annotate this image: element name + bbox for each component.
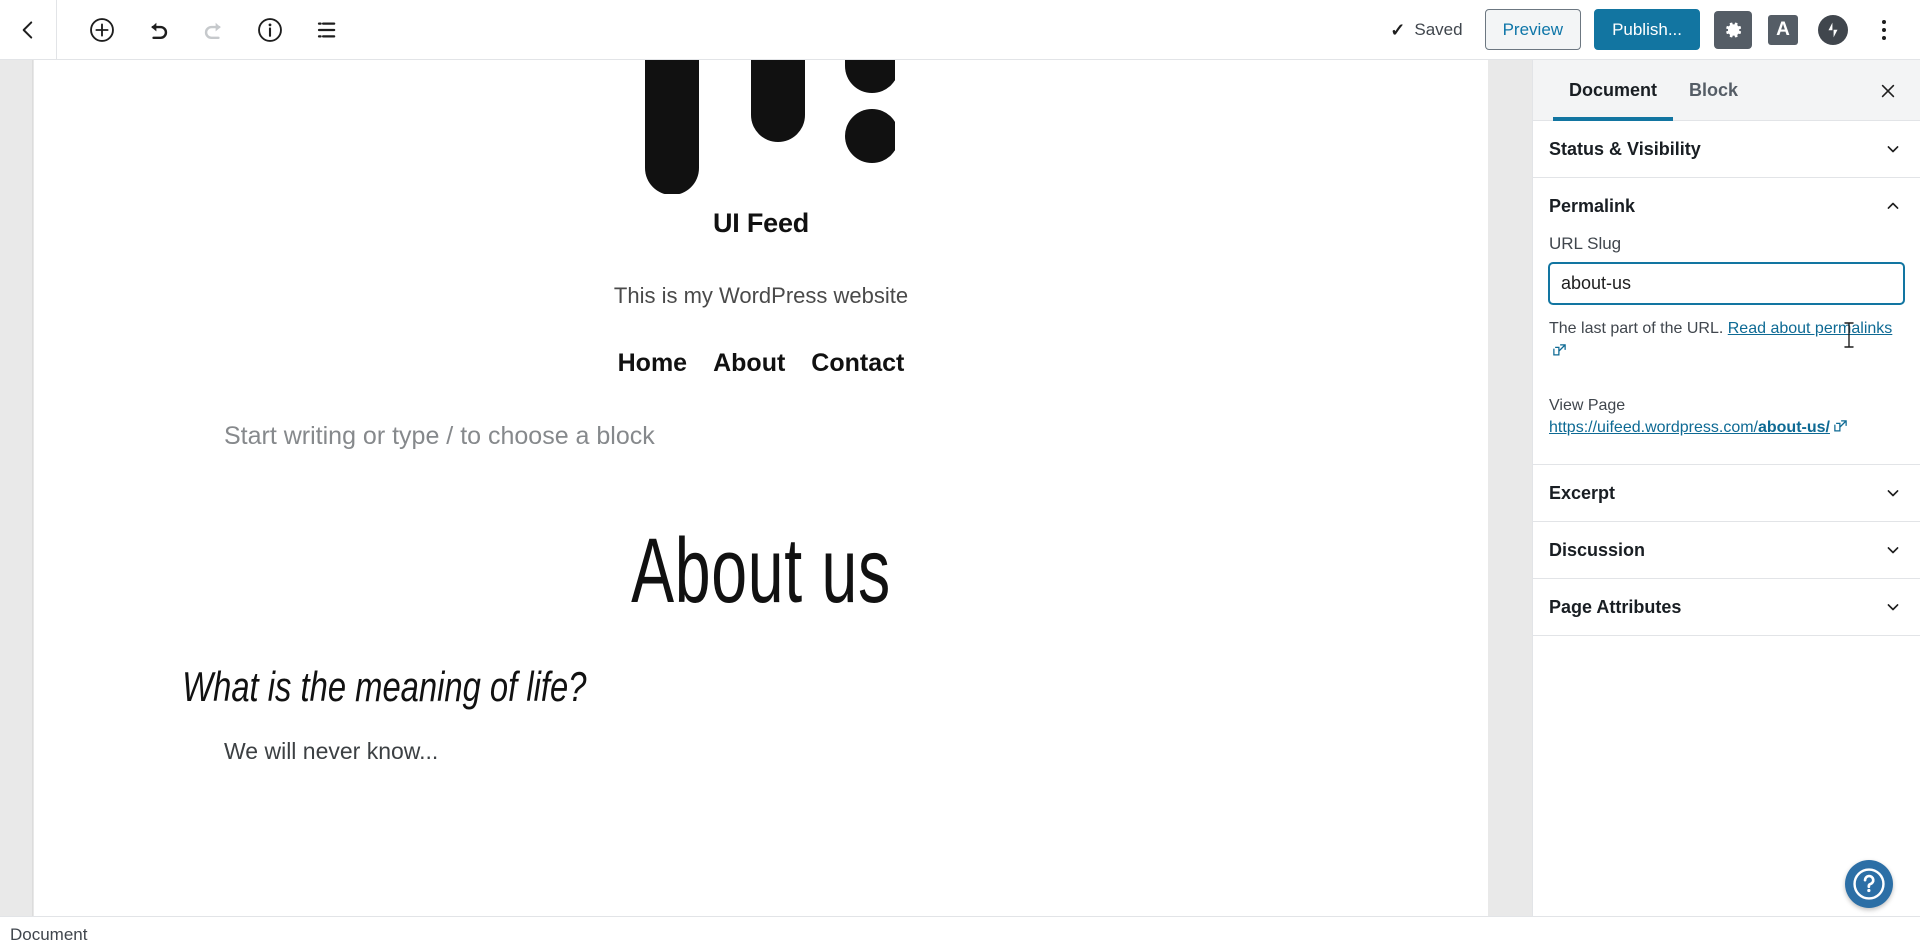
add-block-button[interactable] bbox=[77, 6, 127, 54]
help-circle-icon bbox=[1853, 868, 1885, 900]
info-circle-icon bbox=[258, 17, 282, 42]
permalink-help-text: The last part of the URL. Read about per… bbox=[1549, 318, 1904, 365]
panel-title: Page Attributes bbox=[1549, 596, 1682, 617]
url-slug-input-wrapper bbox=[1549, 263, 1904, 304]
jetpack-bolt-icon bbox=[1828, 22, 1838, 37]
content-info-button[interactable] bbox=[245, 6, 295, 54]
chevron-up-icon bbox=[1882, 195, 1904, 217]
close-icon bbox=[1881, 84, 1895, 98]
toolbar-left-group bbox=[57, 6, 351, 54]
panel-discussion: Discussion bbox=[1533, 522, 1920, 580]
external-link-icon bbox=[1552, 343, 1567, 366]
site-navigation: Home About Contact bbox=[34, 349, 1488, 378]
panel-page-attributes: Page Attributes bbox=[1533, 579, 1920, 637]
publish-button[interactable]: Publish... bbox=[1594, 9, 1700, 50]
panel-permalink-body: URL Slug The last part of the URL. Read … bbox=[1533, 234, 1920, 464]
panel-excerpt: Excerpt bbox=[1533, 465, 1920, 523]
panel-page-attributes-header[interactable]: Page Attributes bbox=[1533, 579, 1920, 635]
site-tagline: This is my WordPress website bbox=[613, 283, 909, 308]
block-navigation-button[interactable] bbox=[301, 6, 351, 54]
paragraph-block[interactable]: We will never know... bbox=[34, 738, 1488, 765]
sub-heading-block[interactable]: What is the meaning of life? bbox=[34, 663, 1168, 710]
right-gutter bbox=[1488, 60, 1532, 952]
redo-arrow-icon bbox=[204, 22, 221, 39]
check-icon: ✓ bbox=[1390, 19, 1406, 40]
redo-button[interactable] bbox=[189, 6, 239, 54]
saved-label: Saved bbox=[1414, 19, 1463, 39]
panel-excerpt-header[interactable]: Excerpt bbox=[1533, 465, 1920, 521]
logo-shape bbox=[845, 60, 895, 93]
page-title-block[interactable]: About us bbox=[252, 523, 1270, 620]
back-button[interactable] bbox=[0, 0, 56, 59]
nav-item-contact[interactable]: Contact bbox=[811, 349, 904, 378]
view-page-label: View Page bbox=[1549, 397, 1626, 415]
kebab-dot bbox=[1882, 19, 1886, 24]
logo-shape bbox=[751, 60, 805, 142]
chevron-left-icon bbox=[22, 20, 33, 39]
jetpack-button[interactable] bbox=[1814, 11, 1852, 49]
plus-circle-icon bbox=[90, 17, 114, 42]
more-options-button[interactable] bbox=[1864, 8, 1904, 52]
block-editor-root: ✓ Saved Preview Publish... A UI Feed Thi… bbox=[0, 0, 1920, 952]
nav-item-home[interactable]: Home bbox=[618, 349, 687, 378]
kebab-dot bbox=[1882, 27, 1886, 32]
panel-permalink-header[interactable]: Permalink bbox=[1533, 178, 1920, 234]
view-page-url-link[interactable]: https://uifeed.wordpress.com/about-us/ bbox=[1549, 417, 1904, 442]
panel-title: Status & Visibility bbox=[1549, 138, 1701, 159]
settings-button[interactable] bbox=[1714, 10, 1752, 49]
typography-button[interactable]: A bbox=[1764, 11, 1802, 49]
tab-document[interactable]: Document bbox=[1553, 60, 1674, 121]
list-view-icon bbox=[317, 21, 336, 38]
kebab-dot bbox=[1882, 35, 1886, 40]
site-header: UI Feed This is my WordPress website Hom… bbox=[34, 60, 1488, 378]
chevron-down-icon bbox=[1882, 138, 1904, 160]
logo-shape bbox=[845, 109, 895, 163]
gear-icon bbox=[1726, 22, 1742, 37]
read-about-permalinks-link[interactable]: Read about permalinks bbox=[1728, 320, 1893, 337]
undo-button[interactable] bbox=[133, 6, 183, 54]
nav-item-about[interactable]: About bbox=[713, 349, 785, 378]
close-sidebar-button[interactable] bbox=[1870, 73, 1906, 109]
tab-block[interactable]: Block bbox=[1673, 60, 1754, 120]
jetpack-icon bbox=[1818, 14, 1848, 45]
help-button[interactable] bbox=[1845, 860, 1893, 908]
empty-block-placeholder[interactable]: Start writing or type / to choose a bloc… bbox=[34, 422, 1488, 451]
view-url-slug: about-us/ bbox=[1757, 419, 1830, 437]
preview-button[interactable]: Preview bbox=[1484, 9, 1582, 50]
permalink-help-prefix: The last part of the URL. bbox=[1549, 320, 1728, 337]
panel-title: Discussion bbox=[1549, 539, 1646, 560]
settings-sidebar: Document Block Status & Visibility Perma… bbox=[1532, 60, 1920, 952]
panel-status-visibility-header[interactable]: Status & Visibility bbox=[1533, 121, 1920, 177]
panel-title: Excerpt bbox=[1549, 482, 1616, 503]
chevron-down-icon bbox=[1882, 596, 1904, 618]
panel-permalink: Permalink URL Slug The last part of the … bbox=[1533, 178, 1920, 466]
breadcrumb: Document bbox=[10, 924, 88, 944]
site-preview: UI Feed This is my WordPress website Hom… bbox=[34, 60, 1488, 765]
panel-discussion-header[interactable]: Discussion bbox=[1533, 522, 1920, 578]
chevron-down-icon bbox=[1882, 482, 1904, 504]
left-gutter bbox=[0, 60, 33, 952]
editor-canvas[interactable]: UI Feed This is my WordPress website Hom… bbox=[34, 60, 1488, 952]
view-url-base: https://uifeed.wordpress.com/ bbox=[1549, 419, 1758, 437]
toolbar-right-group: ✓ Saved Preview Publish... A bbox=[1390, 8, 1920, 52]
letter-a-icon: A bbox=[1768, 14, 1798, 45]
url-slug-label: URL Slug bbox=[1549, 234, 1622, 253]
status-bar: Document bbox=[0, 916, 1920, 952]
sidebar-tabs: Document Block bbox=[1533, 60, 1920, 121]
site-title: UI Feed bbox=[712, 208, 810, 238]
site-logo-icon bbox=[627, 60, 895, 194]
editor-toolbar: ✓ Saved Preview Publish... A bbox=[0, 0, 1920, 60]
panel-title: Permalink bbox=[1549, 195, 1636, 216]
url-slug-input[interactable] bbox=[1549, 263, 1904, 304]
undo-arrow-icon bbox=[151, 22, 168, 39]
external-link-icon bbox=[1833, 419, 1848, 442]
chevron-down-icon bbox=[1882, 539, 1904, 561]
panel-status-visibility: Status & Visibility bbox=[1533, 121, 1920, 178]
saved-status: ✓ Saved bbox=[1390, 20, 1462, 40]
logo-shape bbox=[645, 60, 699, 194]
